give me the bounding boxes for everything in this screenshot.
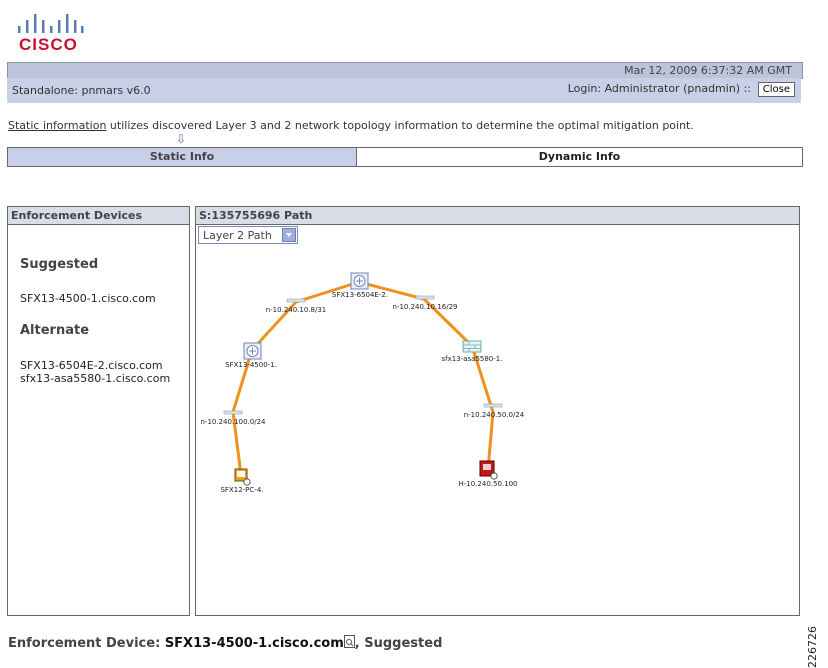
network-segment-icon[interactable] — [223, 410, 243, 415]
enforcement-devices-panel: Enforcement Devices Suggested SFX13-4500… — [7, 206, 190, 616]
node-label-router-left: SFX13-4500-1. — [225, 361, 277, 369]
node-label-net-a: n-10.240.10.8/31 — [266, 306, 327, 314]
footer-prefix: Enforcement Device: — [8, 636, 165, 651]
path-id: S:135755696 — [199, 209, 281, 222]
network-segment-icon[interactable] — [415, 295, 435, 300]
close-button[interactable]: Close — [757, 82, 795, 97]
header-datetime-bar: Mar 12, 2009 6:37:32 AM GMT — [7, 62, 803, 79]
alternate-heading: Alternate — [20, 323, 90, 338]
info-tabs: Static Info Dynamic Info — [7, 147, 803, 167]
pc-icon[interactable] — [234, 468, 251, 486]
node-label-firewall: sfx13-asa5580-1. — [442, 355, 503, 363]
router-icon[interactable] — [350, 272, 369, 290]
topology-diagram: SFX13-6504E-2. SFX13-4500-1. sfx13-asa55… — [201, 272, 525, 494]
node-label-host: H-10.240.50.100 — [458, 480, 517, 488]
alternate-device[interactable]: sfx13-asa5580-1.cisco.com — [20, 372, 170, 385]
document-search-icon[interactable] — [343, 635, 355, 648]
node-label-net-c: n-10.240.100.0/24 — [201, 418, 267, 426]
header-bar: Standalone: pnmars v6.0 Login: Administr… — [7, 78, 801, 103]
static-information-link[interactable]: Static information — [8, 119, 106, 132]
node-label-router-top: SFX13-6504E-2. — [332, 291, 388, 299]
node-label-pc: SFX12-PC-4. — [220, 486, 263, 494]
footer-device[interactable]: SFX13-4500-1.cisco.com — [165, 636, 344, 651]
path-title-suffix: Path — [280, 209, 313, 222]
layer-select-value: Layer 2 Path — [203, 229, 272, 242]
info-line: Static information utilizes discovered L… — [8, 119, 694, 132]
chevron-down-icon[interactable] — [282, 228, 296, 242]
host-icon[interactable] — [479, 460, 498, 480]
footer-enforcement: Enforcement Device: SFX13-4500-1.cisco.c… — [8, 635, 442, 651]
standalone-label: Standalone: pnmars v6.0 — [12, 84, 151, 97]
down-arrow-icon: ⇩ — [176, 132, 187, 146]
info-text: utilizes discovered Layer 3 and 2 networ… — [106, 119, 694, 132]
login-info: Login: Administrator (pnadmin) :: — [567, 82, 751, 95]
tab-static-info[interactable]: Static Info — [8, 148, 357, 166]
path-panel: S:135755696 Path Layer 2 Path SFX13-6504… — [195, 206, 800, 616]
datetime: Mar 12, 2009 6:37:32 AM GMT — [624, 64, 792, 77]
tab-dynamic-info[interactable]: Dynamic Info — [357, 148, 802, 166]
panel-title: Enforcement Devices — [8, 207, 189, 225]
alternate-device[interactable]: SFX13-6504E-2.cisco.com — [20, 359, 163, 372]
path-panel-title: S:135755696 Path — [196, 207, 799, 225]
suggested-device[interactable]: SFX13-4500-1.cisco.com — [20, 292, 156, 305]
layer-path-select[interactable]: Layer 2 Path — [198, 226, 298, 244]
network-segment-icon[interactable] — [483, 403, 503, 408]
firewall-icon[interactable] — [462, 340, 482, 353]
node-label-net-b: n-10.240.10.16/29 — [393, 303, 458, 311]
router-icon[interactable] — [243, 342, 262, 360]
node-label-net-d: n-10.240.50.0/24 — [464, 411, 525, 419]
footer-suffix: , Suggested — [354, 636, 443, 651]
figure-number: 226726 — [806, 626, 819, 668]
cisco-logo: CISCO — [19, 35, 78, 54]
cisco-logo-bars-icon — [18, 14, 84, 33]
suggested-heading: Suggested — [20, 257, 99, 272]
network-segment-icon[interactable] — [286, 298, 306, 303]
